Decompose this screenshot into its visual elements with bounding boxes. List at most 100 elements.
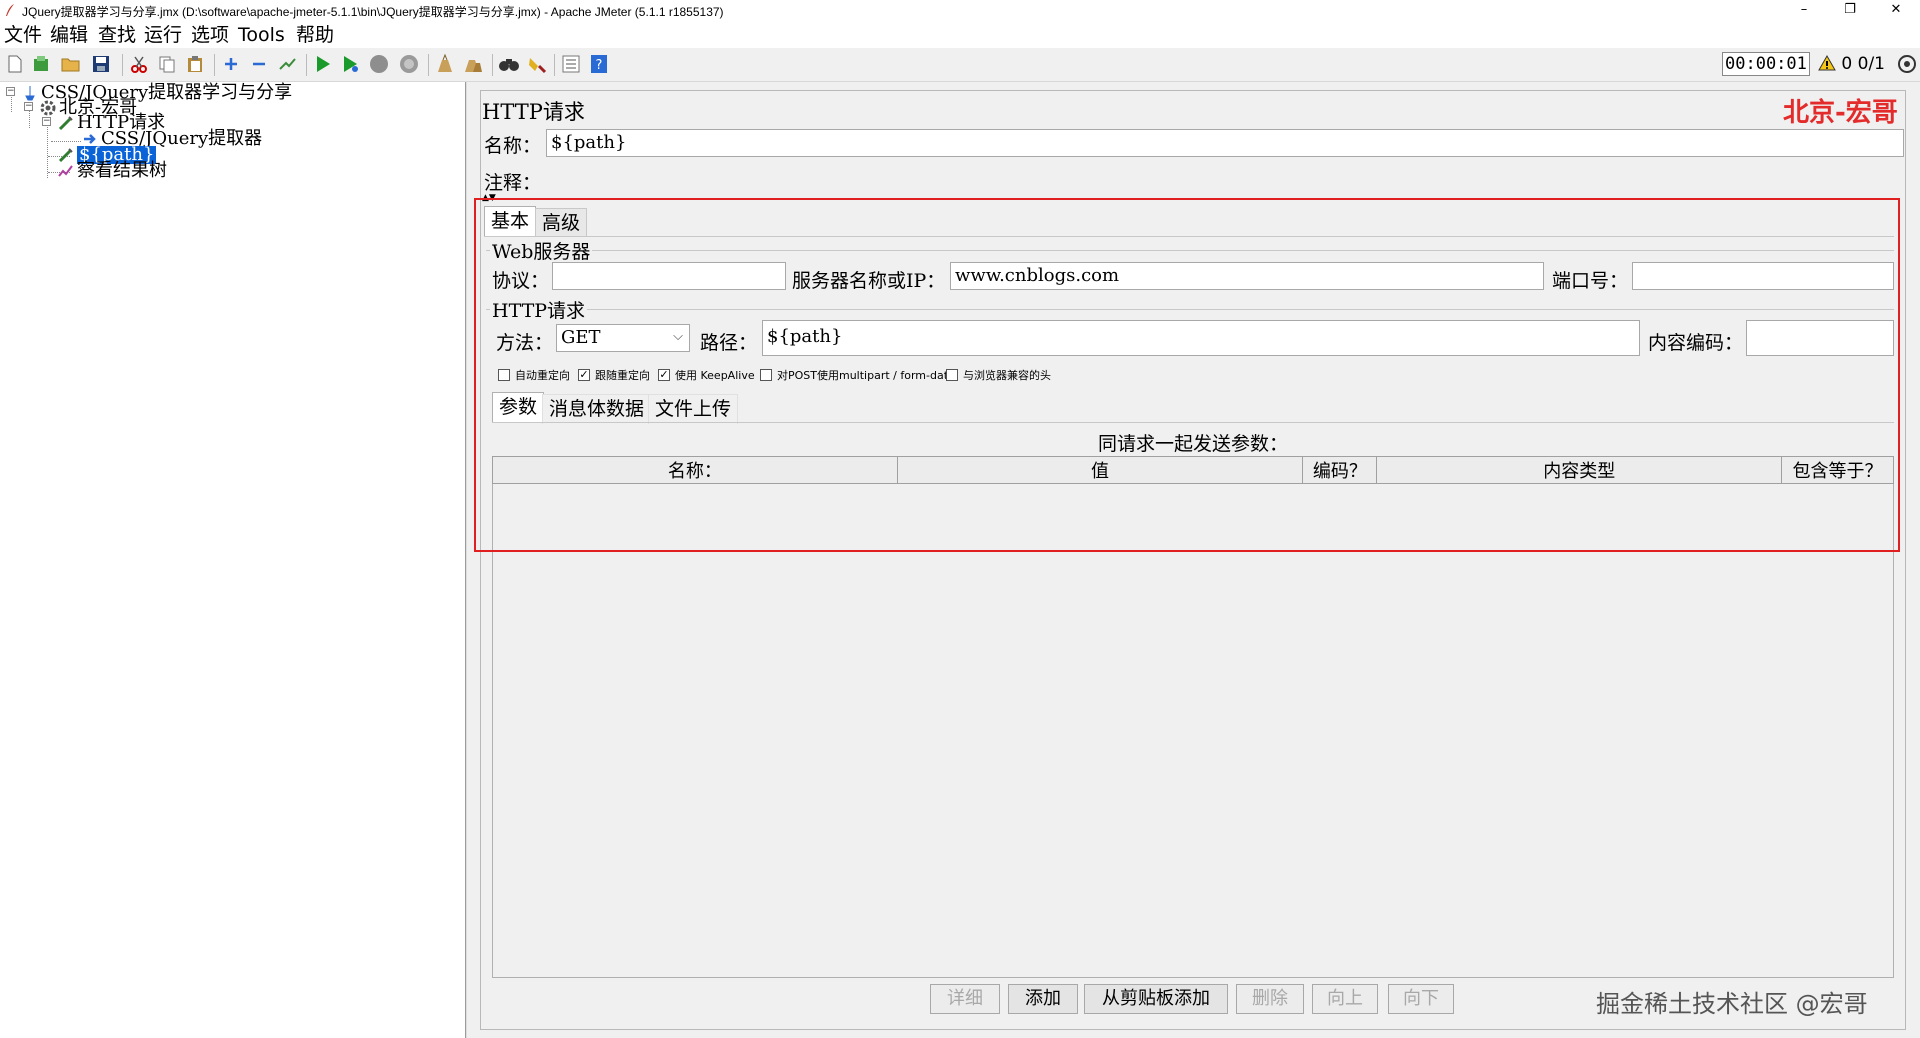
site-watermark: 掘金稀土技术社区 @宏哥 bbox=[1596, 990, 1868, 1018]
checkbox-box bbox=[760, 369, 772, 381]
shutdown-icon[interactable] bbox=[398, 53, 420, 75]
expand-http-request-toggle[interactable]: − bbox=[42, 117, 51, 126]
tab-body-data[interactable]: 消息体数据 bbox=[542, 394, 652, 424]
menu-tools[interactable]: Tools bbox=[238, 23, 285, 47]
test-plan-tree: − − − CSS/JQuery提取器学习与分享 北京-宏哥 HTTP请求 CS… bbox=[0, 82, 466, 1038]
params-caption: 同请求一起发送参数： bbox=[1098, 433, 1289, 455]
window-title: JQuery提取器学习与分享.jmx (D:\software\apache-j… bbox=[22, 5, 724, 19]
col-header-encode[interactable]: 编码？ bbox=[1302, 456, 1378, 484]
protocol-field[interactable] bbox=[552, 262, 786, 290]
toggle-icon[interactable] bbox=[276, 53, 298, 75]
expand-thread-group-toggle[interactable]: − bbox=[24, 102, 33, 111]
keepalive-checkbox[interactable]: ✓ 使用 KeepAlive bbox=[658, 367, 755, 383]
reset-search-icon[interactable] bbox=[526, 53, 548, 75]
multipart-checkbox[interactable]: 对POST使用multipart / form-data bbox=[760, 367, 955, 383]
params-table-area[interactable] bbox=[492, 456, 1894, 978]
new-file-icon[interactable] bbox=[4, 53, 26, 75]
close-button[interactable]: ✕ bbox=[1873, 0, 1919, 22]
warning-count[interactable]: 0 0/1 bbox=[1818, 52, 1885, 76]
tab-advanced[interactable]: 高级 bbox=[535, 208, 588, 238]
collapse-all-icon[interactable] bbox=[248, 53, 270, 75]
server-label: 服务器名称或IP： bbox=[792, 270, 946, 292]
expand-root-toggle[interactable]: − bbox=[6, 87, 15, 96]
http-request-group-border bbox=[486, 309, 1894, 310]
browser-headers-checkbox[interactable]: 与浏览器兼容的头 bbox=[946, 367, 1051, 383]
name-field[interactable]: ${path} bbox=[546, 129, 1904, 157]
menu-edit[interactable]: 编辑 bbox=[50, 23, 88, 47]
chevron-down-icon: ⌵ bbox=[673, 329, 683, 344]
name-label: 名称： bbox=[484, 135, 542, 157]
menu-search[interactable]: 查找 bbox=[98, 23, 136, 47]
col-header-value[interactable]: 值 bbox=[896, 456, 1304, 484]
clear-all-icon[interactable] bbox=[462, 53, 484, 75]
tab-parameters[interactable]: 参数 bbox=[492, 392, 545, 422]
tab-file-upload[interactable]: 文件上传 bbox=[648, 394, 739, 424]
port-label: 端口号： bbox=[1552, 270, 1629, 292]
menu-help[interactable]: 帮助 bbox=[296, 23, 334, 47]
path-label: 路径： bbox=[700, 332, 758, 354]
expand-all-icon[interactable] bbox=[220, 53, 242, 75]
multipart-label: 对POST使用multipart / form-data bbox=[777, 369, 955, 382]
comment-field[interactable] bbox=[546, 164, 1904, 192]
move-up-button[interactable]: 向上 bbox=[1312, 984, 1378, 1014]
function-helper-icon[interactable] bbox=[560, 53, 582, 75]
content-encoding-field[interactable] bbox=[1746, 320, 1894, 356]
collapse-arrow-icon[interactable]: ▲▼ bbox=[482, 194, 496, 203]
warning-count-text: 0 0/1 bbox=[1841, 54, 1885, 74]
open-folder-icon[interactable] bbox=[60, 53, 82, 75]
subtab-underline bbox=[492, 422, 1894, 423]
col-header-content-type[interactable]: 内容类型 bbox=[1376, 456, 1783, 484]
page-title: HTTP请求 bbox=[482, 100, 585, 124]
jmeter-feather-icon bbox=[6, 4, 14, 16]
toolbar: ? 00:00:01 0 0/1 bbox=[0, 48, 1920, 82]
checkbox-box bbox=[946, 369, 958, 381]
detail-button[interactable]: 详细 bbox=[930, 984, 1000, 1014]
clear-icon[interactable] bbox=[434, 53, 456, 75]
port-field[interactable] bbox=[1632, 262, 1894, 290]
col-header-include-equals[interactable]: 包含等于？ bbox=[1781, 456, 1894, 484]
web-server-group-title: Web服务器 bbox=[490, 237, 593, 264]
templates-icon[interactable] bbox=[30, 53, 52, 75]
tab-basic[interactable]: 基本 bbox=[484, 206, 537, 236]
follow-redirects-checkbox[interactable]: ✓ 跟随重定向 bbox=[578, 367, 650, 383]
server-field[interactable]: www.cnblogs.com bbox=[950, 262, 1544, 290]
method-select[interactable]: GET ⌵ bbox=[556, 324, 690, 352]
method-label: 方法： bbox=[496, 332, 554, 354]
sampler-pipette-icon bbox=[58, 115, 74, 131]
menu-file[interactable]: 文件 bbox=[4, 23, 42, 47]
paste-icon[interactable] bbox=[184, 53, 206, 75]
delete-button[interactable]: 删除 bbox=[1236, 984, 1304, 1014]
checkbox-checked-icon: ✓ bbox=[658, 368, 670, 381]
move-down-button[interactable]: 向下 bbox=[1388, 984, 1454, 1014]
tree-node-view-results-tree[interactable]: 察看结果树 bbox=[58, 162, 167, 180]
auto-redirect-checkbox[interactable]: 自动重定向 bbox=[498, 367, 570, 383]
col-header-name[interactable]: 名称： bbox=[492, 456, 898, 484]
browser-headers-label: 与浏览器兼容的头 bbox=[963, 369, 1051, 382]
save-icon[interactable] bbox=[90, 53, 112, 75]
start-no-pauses-icon[interactable] bbox=[340, 53, 362, 75]
minimize-button[interactable]: – bbox=[1781, 0, 1827, 22]
add-button[interactable]: 添加 bbox=[1008, 984, 1078, 1014]
active-threads-icon[interactable] bbox=[1896, 53, 1918, 75]
auto-redirect-label: 自动重定向 bbox=[515, 369, 570, 382]
menu-run[interactable]: 运行 bbox=[144, 23, 182, 47]
content-encoding-label: 内容编码： bbox=[1648, 332, 1744, 354]
test-plan-icon bbox=[22, 85, 38, 101]
restore-button[interactable]: ❐ bbox=[1827, 0, 1873, 22]
checkbox-box bbox=[498, 369, 510, 381]
svg-text:?: ? bbox=[596, 58, 603, 73]
menu-options[interactable]: 选项 bbox=[191, 23, 229, 47]
stop-icon[interactable] bbox=[368, 53, 390, 75]
cut-icon[interactable] bbox=[128, 53, 150, 75]
add-from-clipboard-button[interactable]: 从剪贴板添加 bbox=[1084, 984, 1228, 1014]
sampler-pipette-icon bbox=[58, 147, 74, 163]
copy-icon[interactable] bbox=[156, 53, 178, 75]
start-icon[interactable] bbox=[312, 53, 334, 75]
search-binoculars-icon[interactable] bbox=[498, 53, 520, 75]
method-value: GET bbox=[561, 327, 601, 348]
params-table-header-row: 名称： 值 编码？ 内容类型 包含等于？ bbox=[492, 456, 1894, 484]
help-icon[interactable]: ? bbox=[588, 53, 610, 75]
warning-icon bbox=[1818, 54, 1836, 71]
path-field[interactable]: ${path} bbox=[762, 320, 1640, 356]
params-table: 名称： 值 编码？ 内容类型 包含等于？ bbox=[492, 456, 1894, 484]
